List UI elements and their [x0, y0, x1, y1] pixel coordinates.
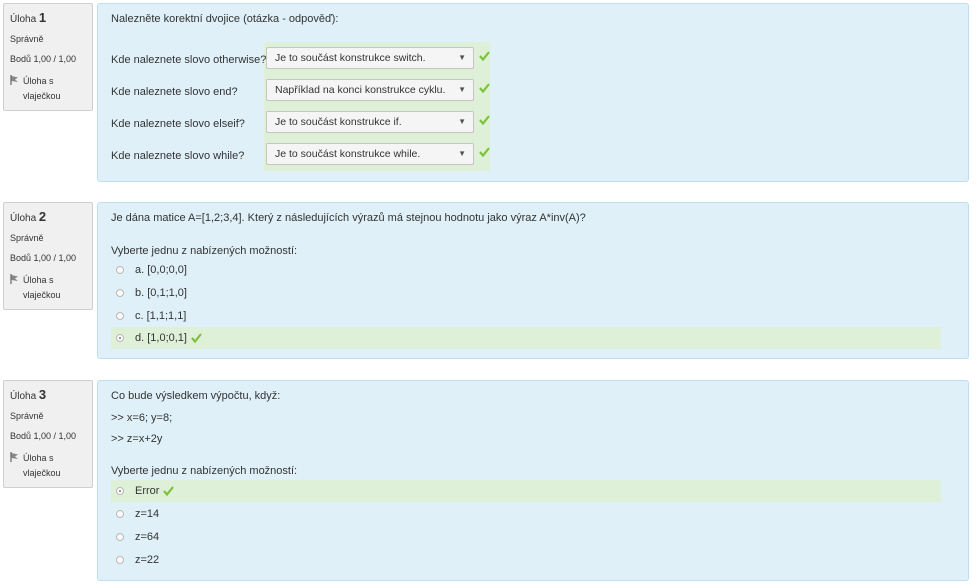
- correct-check-icon: [479, 51, 490, 61]
- correct-check-icon: [163, 486, 175, 496]
- question-number: Úloha 2: [10, 209, 47, 224]
- question-text: Co bude výsledkem výpočtu, když:: [111, 390, 281, 402]
- match-question: Kde naleznete slovo end?: [111, 86, 238, 98]
- match-question: Kde naleznete slovo elseif?: [111, 118, 245, 130]
- question-info-2: Úloha 2 Správně Bodů 1,00 / 1,00 Úloha s…: [3, 202, 93, 310]
- caret-down-icon: ▼: [458, 85, 466, 94]
- radio-button[interactable]: [116, 266, 124, 274]
- answer-option-correct[interactable]: d. [1,0;0,1]: [111, 327, 941, 349]
- flag-icon: [10, 274, 18, 284]
- flag-question-link[interactable]: Úloha s vlaječkou: [10, 273, 92, 303]
- radio-button[interactable]: [116, 510, 124, 518]
- code-line: >> z=x+2y: [111, 433, 163, 445]
- question-number: Úloha 3: [10, 387, 47, 402]
- question-text: Nalezněte korektní dvojice (otázka - odp…: [111, 13, 339, 25]
- match-question: Kde naleznete slovo otherwise?: [111, 54, 267, 66]
- radio-button[interactable]: [116, 312, 124, 320]
- answer-select[interactable]: Je to součást konstrukce if. ▼: [266, 111, 474, 133]
- question-grade: Bodů 1,00 / 1,00: [10, 54, 77, 64]
- caret-down-icon: ▼: [458, 149, 466, 158]
- correct-check-icon: [479, 147, 490, 157]
- correct-check-icon: [479, 83, 490, 93]
- answer-select[interactable]: Je to součást konstrukce switch. ▼: [266, 47, 474, 69]
- flag-icon: [10, 75, 18, 85]
- answer-prompt: Vyberte jednu z nabízených možností:: [111, 245, 298, 257]
- caret-down-icon: ▼: [458, 53, 466, 62]
- match-question: Kde naleznete slovo while?: [111, 150, 245, 162]
- question-state: Správně: [10, 34, 44, 44]
- code-line: >> x=6; y=8;: [111, 412, 173, 424]
- answer-option[interactable]: z=22: [111, 549, 941, 571]
- question-text: Je dána matice A=[1,2;3,4]. Který z násl…: [111, 212, 586, 224]
- answer-prompt: Vyberte jednu z nabízených možností:: [111, 465, 298, 477]
- question-content-3: Co bude výsledkem výpočtu, když: >> x=6;…: [97, 380, 969, 581]
- question-content-2: Je dána matice A=[1,2;3,4]. Který z násl…: [97, 202, 969, 359]
- question-info-3: Úloha 3 Správně Bodů 1,00 / 1,00 Úloha s…: [3, 380, 93, 488]
- answer-select[interactable]: Je to součást konstrukce while. ▼: [266, 143, 474, 165]
- question-grade: Bodů 1,00 / 1,00: [10, 253, 77, 263]
- question-number: Úloha 1: [10, 10, 47, 25]
- caret-down-icon: ▼: [458, 117, 466, 126]
- answer-option[interactable]: a. [0,0;0,0]: [111, 259, 941, 281]
- question-state: Správně: [10, 411, 44, 421]
- radio-button-selected[interactable]: [116, 487, 124, 495]
- question-state: Správně: [10, 233, 44, 243]
- question-grade: Bodů 1,00 / 1,00: [10, 431, 77, 441]
- answer-option[interactable]: c. [1,1;1,1]: [111, 305, 941, 327]
- answer-select[interactable]: Například na konci konstrukce cyklu. ▼: [266, 79, 474, 101]
- radio-button[interactable]: [116, 556, 124, 564]
- correct-check-icon: [479, 115, 490, 125]
- radio-button-selected[interactable]: [116, 334, 124, 342]
- answer-option[interactable]: z=14: [111, 503, 941, 525]
- radio-button[interactable]: [116, 289, 124, 297]
- radio-button[interactable]: [116, 533, 124, 541]
- flag-question-link[interactable]: Úloha s vlaječkou: [10, 451, 92, 481]
- answer-option[interactable]: z=64: [111, 526, 941, 548]
- answer-option[interactable]: b. [0,1;1,0]: [111, 282, 941, 304]
- correct-check-icon: [191, 333, 202, 343]
- flag-icon: [10, 452, 18, 462]
- answer-option-correct[interactable]: Error: [111, 480, 941, 502]
- question-info-1: Úloha 1 Správně Bodů 1,00 / 1,00 Úloha s…: [3, 3, 93, 111]
- question-content-1: Nalezněte korektní dvojice (otázka - odp…: [97, 3, 969, 182]
- flag-question-link[interactable]: Úloha s vlaječkou: [10, 74, 92, 104]
